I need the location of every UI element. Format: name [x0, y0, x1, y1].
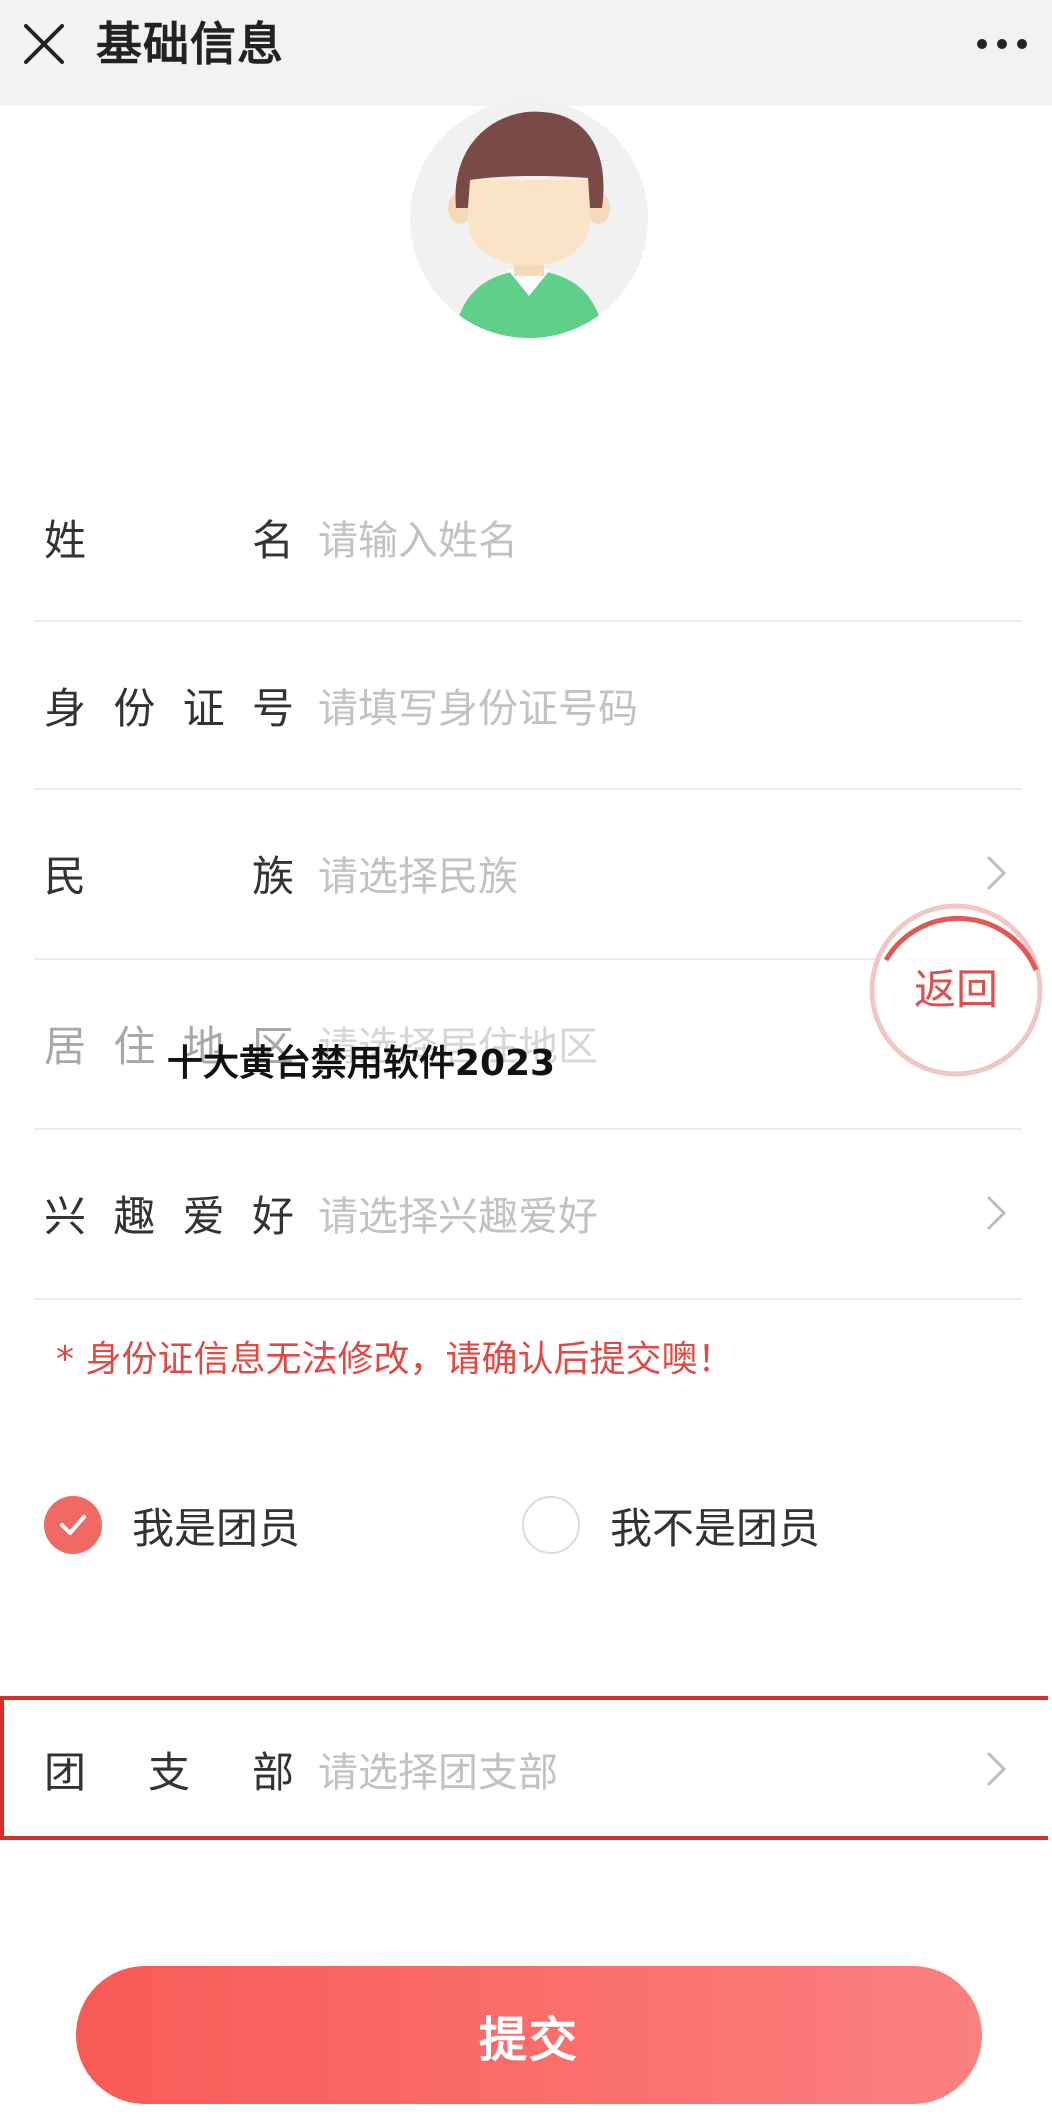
- id-number-input[interactable]: 请填写身份证号码: [318, 622, 638, 788]
- page-title: 基础信息: [96, 17, 284, 71]
- branch-label: 团 支 部: [44, 1747, 294, 1797]
- branch-row[interactable]: 团 支 部 请选择团支部: [34, 1686, 1022, 1852]
- ethnicity-label: 民 族: [44, 851, 294, 901]
- submit-button[interactable]: 提交: [76, 1966, 982, 2104]
- radio-not-member[interactable]: 我不是团员: [522, 1490, 820, 1560]
- overlay-headline: 十大黄台禁用软件2023: [166, 1043, 556, 1084]
- more-button[interactable]: [972, 24, 1032, 64]
- name-label: 姓 名: [44, 515, 294, 565]
- avatar[interactable]: [410, 100, 648, 338]
- close-button[interactable]: [14, 14, 74, 74]
- hobbies-label: 兴 趣 爱 好: [44, 1191, 294, 1241]
- hobbies-row[interactable]: 兴 趣 爱 好 请选择兴趣爱好: [34, 1130, 1022, 1296]
- radio-is-member[interactable]: 我是团员: [44, 1490, 300, 1560]
- more-dots-icon: [977, 39, 1027, 49]
- close-icon: [24, 24, 64, 64]
- id-number-label: 身 份 证 号: [44, 683, 294, 733]
- id-warning-text: * 身份证信息无法修改，请确认后提交噢！: [56, 1339, 734, 1380]
- radio-not-member-label: 我不是团员: [610, 1503, 821, 1553]
- avatar-icon: [410, 100, 648, 338]
- radio-unchecked-icon: [522, 1496, 580, 1554]
- name-input[interactable]: 请输入姓名: [318, 454, 518, 620]
- hobbies-select[interactable]: 请选择兴趣爱好: [318, 1130, 598, 1296]
- ethnicity-select[interactable]: 请选择民族: [318, 790, 518, 956]
- chevron-right-icon: [986, 855, 1007, 891]
- radio-checked-icon: [44, 1496, 102, 1554]
- branch-select[interactable]: 请选择团支部: [318, 1686, 558, 1852]
- page: 基础信息 姓 名 请输入姓名 身 份 证 号 请填写身份证号码 民 族 请选择民…: [0, 0, 1052, 2124]
- id-number-row[interactable]: 身 份 证 号 请填写身份证号码: [34, 622, 1022, 788]
- chevron-right-icon: [986, 1195, 1007, 1231]
- name-row[interactable]: 姓 名 请输入姓名: [34, 454, 1022, 620]
- radio-is-member-label: 我是团员: [132, 1503, 301, 1553]
- check-icon: [60, 1515, 86, 1535]
- divider: [34, 1298, 1022, 1300]
- chevron-right-icon: [986, 1751, 1007, 1787]
- top-bar: 基础信息: [0, 0, 1052, 106]
